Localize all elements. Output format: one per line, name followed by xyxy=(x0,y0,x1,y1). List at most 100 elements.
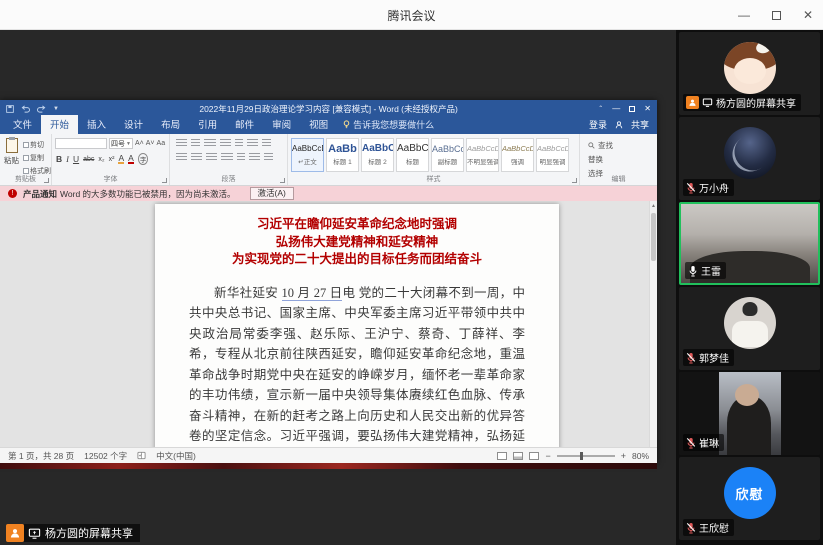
increase-indent-icon[interactable] xyxy=(235,139,243,148)
strikethrough-button[interactable]: abc xyxy=(83,156,94,163)
style-subtle-emphasis[interactable]: AaBbCcDd不明显强调 xyxy=(466,138,499,172)
close-icon[interactable]: ✕ xyxy=(803,8,813,22)
scroll-up-icon[interactable]: ▲ xyxy=(650,201,657,209)
avatar xyxy=(724,42,776,94)
tab-layout[interactable]: 布局 xyxy=(152,115,189,134)
clipboard-dialog-launcher[interactable] xyxy=(44,178,49,183)
highlight-color-button[interactable]: A xyxy=(118,154,124,164)
tab-home[interactable]: 开始 xyxy=(41,115,78,134)
tab-view[interactable]: 视图 xyxy=(300,115,337,134)
cut-button[interactable]: 剪切 xyxy=(23,140,51,150)
tab-mailings[interactable]: 邮件 xyxy=(226,115,263,134)
enclose-characters-button[interactable]: 字 xyxy=(138,153,149,165)
language-indicator[interactable]: 中文(中国) xyxy=(156,450,196,462)
line-spacing-icon[interactable] xyxy=(237,153,245,162)
styles-dialog-launcher[interactable] xyxy=(572,178,577,183)
word-minimize-icon[interactable]: — xyxy=(612,104,620,113)
bold-button[interactable]: B xyxy=(56,154,62,164)
style-heading1[interactable]: AaBb标题 1 xyxy=(326,138,359,172)
participant-tile[interactable]: 郭梦佳 xyxy=(679,287,820,370)
tab-design[interactable]: 设计 xyxy=(115,115,152,134)
superscript-button[interactable]: x² xyxy=(109,156,115,163)
shrink-font-icon[interactable]: A˅ xyxy=(146,140,155,147)
undo-icon[interactable] xyxy=(21,105,30,113)
clipboard-small-buttons: 剪切 复制 格式刷 xyxy=(23,134,51,175)
italic-button[interactable]: I xyxy=(66,154,69,164)
participant-tile[interactable]: 欣慰 王欣慰 xyxy=(679,457,820,540)
show-marks-icon[interactable] xyxy=(262,139,271,148)
paste-button[interactable]: 粘贴 xyxy=(0,134,23,175)
paragraph-dialog-launcher[interactable] xyxy=(280,178,285,183)
vertical-scrollbar[interactable]: ▲ xyxy=(649,201,657,447)
tab-insert[interactable]: 插入 xyxy=(78,115,115,134)
product-notice-bar: ! 产品通知Word 的大多数功能已被禁用，因为尚未激活。 激活(A) xyxy=(0,186,657,201)
change-case-icon[interactable]: Aa xyxy=(157,140,166,147)
word-count[interactable]: 12502 个字 xyxy=(84,450,127,462)
qat-customize-icon[interactable]: ▼ xyxy=(53,106,59,112)
save-icon[interactable] xyxy=(6,105,14,113)
desktop-background-strip xyxy=(0,463,657,469)
sort-icon[interactable] xyxy=(247,139,258,148)
participant-tile-sharing[interactable]: 杨方圆的屏幕共享 xyxy=(679,32,820,115)
participant-label: 崔琳 xyxy=(683,434,724,451)
tell-me-box[interactable]: 告诉我您想要做什么 xyxy=(337,116,440,134)
bullets-icon[interactable] xyxy=(176,139,187,148)
font-size-combobox[interactable]: 四号▼ xyxy=(109,138,133,149)
style-intense-emphasis[interactable]: AaBbCcDd明显强调 xyxy=(536,138,569,172)
zoom-slider[interactable] xyxy=(557,455,615,457)
redo-icon[interactable] xyxy=(37,105,46,113)
mic-muted-icon xyxy=(686,352,696,364)
web-layout-icon[interactable] xyxy=(529,452,539,460)
font-color-button[interactable]: A xyxy=(128,154,134,164)
screen-share-icon xyxy=(28,528,41,539)
font-name-combobox[interactable] xyxy=(55,138,107,149)
share-link[interactable]: 共享 xyxy=(631,118,649,131)
read-mode-icon[interactable] xyxy=(497,452,507,460)
borders-icon[interactable] xyxy=(264,153,273,162)
sign-in-link[interactable]: 登录 xyxy=(589,118,607,131)
maximize-icon[interactable] xyxy=(772,11,781,20)
proofing-icon[interactable] xyxy=(137,451,146,460)
word-close-icon[interactable]: ✕ xyxy=(644,104,651,113)
align-center-icon[interactable] xyxy=(191,153,202,162)
style-title[interactable]: AaBbC标题 xyxy=(396,138,429,172)
zoom-level[interactable]: 80% xyxy=(632,451,649,461)
grow-font-icon[interactable]: A˄ xyxy=(135,140,144,147)
style-subtitle[interactable]: AaBbCc副标题 xyxy=(431,138,464,172)
participant-tile[interactable]: 崔琳 xyxy=(679,372,820,455)
word-maximize-icon[interactable] xyxy=(629,106,635,112)
document-page[interactable]: 习近平在瞻仰延安革命纪念地时强调 弘扬伟大建党精神和延安精神 为实现党的二十大提… xyxy=(155,204,559,447)
participant-tile[interactable]: 万小舟 xyxy=(679,117,820,200)
ribbon-options-icon[interactable]: ⌃ xyxy=(598,105,603,112)
tab-review[interactable]: 审阅 xyxy=(263,115,300,134)
multilevel-list-icon[interactable] xyxy=(204,139,216,148)
zoom-in-icon[interactable]: + xyxy=(621,451,626,461)
style-emphasis[interactable]: AaBbCcDd强调 xyxy=(501,138,534,172)
subscript-button[interactable]: x₂ xyxy=(98,156,104,163)
justify-icon[interactable] xyxy=(221,153,233,162)
align-right-icon[interactable] xyxy=(206,153,217,162)
replace-button[interactable]: 替换 xyxy=(588,154,657,165)
scrollbar-thumb[interactable] xyxy=(651,213,656,261)
find-button[interactable]: 查找 xyxy=(588,140,657,151)
shading-icon[interactable] xyxy=(249,153,260,162)
minimize-icon[interactable]: — xyxy=(738,8,750,22)
doc-date: 10 月 27 日 xyxy=(282,286,343,301)
decrease-indent-icon[interactable] xyxy=(220,139,231,148)
zoom-slider-thumb[interactable] xyxy=(580,452,583,460)
tab-file[interactable]: 文件 xyxy=(4,115,41,134)
copy-button[interactable]: 复制 xyxy=(23,153,51,163)
zoom-out-icon[interactable]: − xyxy=(545,451,550,461)
align-left-icon[interactable] xyxy=(176,153,187,162)
print-layout-icon[interactable] xyxy=(513,452,523,460)
style-normal[interactable]: AaBbCcDd↵正文 xyxy=(291,138,324,172)
activate-button[interactable]: 激活(A) xyxy=(250,187,294,200)
numbering-icon[interactable] xyxy=(191,139,200,148)
page-indicator[interactable]: 第 1 页，共 28 页 xyxy=(8,450,74,462)
participant-tile-speaking[interactable]: 王雷 xyxy=(679,202,820,285)
style-heading2[interactable]: AaBbC标题 2 xyxy=(361,138,394,172)
mic-muted-icon xyxy=(686,522,696,534)
font-dialog-launcher[interactable] xyxy=(162,178,167,183)
tab-references[interactable]: 引用 xyxy=(189,115,226,134)
underline-button[interactable]: U xyxy=(73,154,79,164)
